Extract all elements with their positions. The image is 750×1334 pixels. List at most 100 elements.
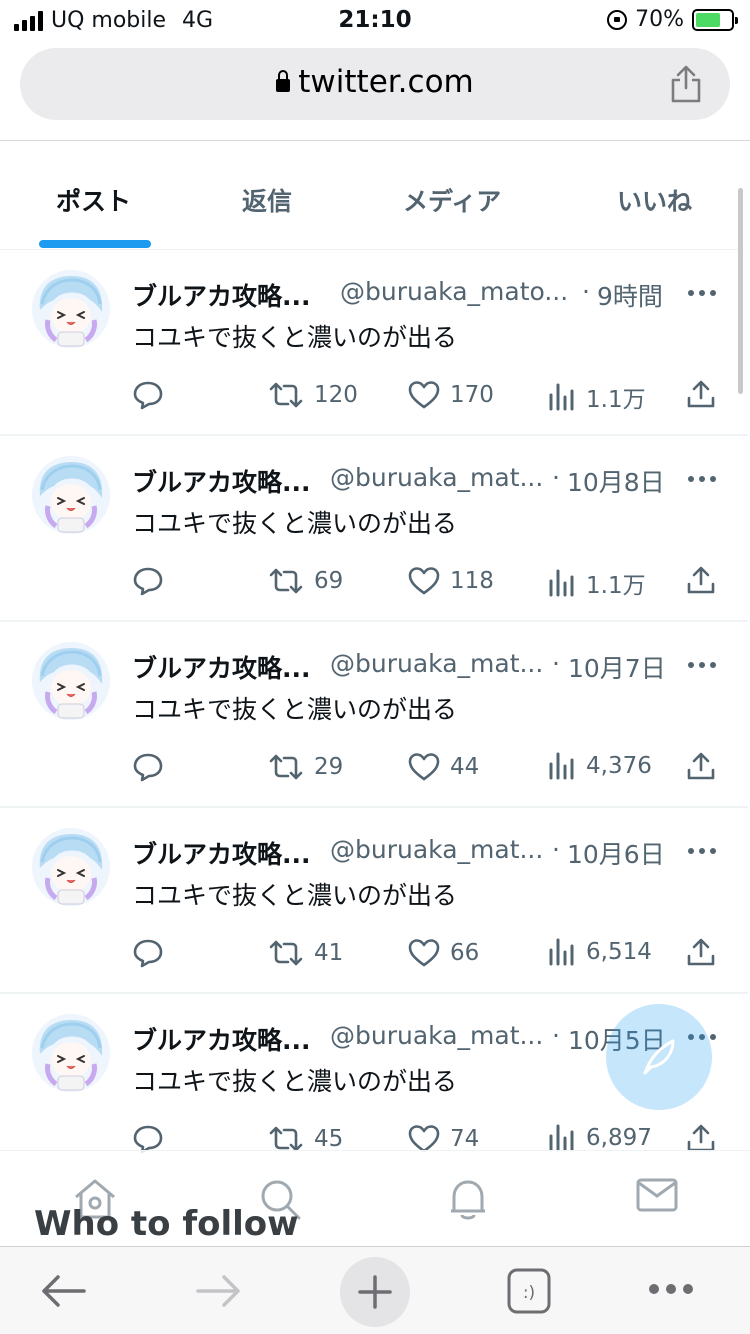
- tab-posts[interactable]: ポスト: [56, 182, 131, 218]
- post-author-handle[interactable]: @buruaka_mato...: [340, 277, 568, 306]
- reply-button[interactable]: [132, 938, 164, 968]
- like-count: 74: [450, 1126, 480, 1152]
- share-icon: [687, 938, 715, 966]
- retweet-count: 69: [314, 568, 344, 594]
- like-button[interactable]: 66: [408, 938, 479, 968]
- post-author-handle[interactable]: @buruaka_mat...: [330, 835, 543, 864]
- heart-icon: [408, 753, 440, 781]
- post[interactable]: ブルアカ攻略... @buruaka_mat... · 10月8日 コユキで抜く…: [0, 436, 748, 622]
- post[interactable]: ブルアカ攻略... @buruaka_mato... · 9時間 コユキで抜くと…: [0, 250, 748, 436]
- views-button[interactable]: 1.1万: [548, 566, 646, 600]
- post-text: コユキで抜くと濃いのが出る: [132, 881, 458, 910]
- more-icon[interactable]: [648, 1283, 694, 1295]
- svg-text::): :): [523, 1283, 535, 1303]
- share-button[interactable]: [686, 937, 716, 967]
- mail-icon[interactable]: [636, 1177, 678, 1213]
- retweet-icon: [269, 754, 303, 780]
- like-button[interactable]: 44: [408, 752, 479, 782]
- tabs-icon[interactable]: :): [506, 1267, 552, 1315]
- like-count: 118: [450, 568, 494, 594]
- who-to-follow-heading: Who to follow: [34, 1204, 299, 1244]
- view-count: 4,376: [586, 753, 652, 779]
- more-options-icon[interactable]: [688, 662, 716, 668]
- retweet-button[interactable]: 41: [268, 938, 343, 968]
- post-text: コユキで抜くと濃いのが出る: [132, 1067, 458, 1096]
- more-options-icon[interactable]: [688, 290, 716, 296]
- tab-likes[interactable]: いいね: [617, 182, 692, 218]
- reply-icon: [133, 939, 163, 968]
- post-timestamp[interactable]: 10月8日: [567, 463, 665, 499]
- view-count: 1.1万: [586, 573, 646, 599]
- view-count: 1.1万: [586, 387, 646, 413]
- post-author-name[interactable]: ブルアカ攻略...: [132, 1021, 311, 1057]
- compose-post-button[interactable]: [606, 1004, 712, 1110]
- divider: [0, 140, 750, 141]
- tab-media[interactable]: メディア: [403, 182, 501, 218]
- avatar[interactable]: [32, 456, 110, 534]
- post-timestamp[interactable]: 9時間: [597, 277, 663, 313]
- share-button[interactable]: [686, 565, 716, 595]
- reply-icon: [133, 567, 163, 596]
- new-tab-button[interactable]: [340, 1257, 410, 1327]
- views-chart-icon: [549, 938, 574, 966]
- share-button[interactable]: [686, 751, 716, 781]
- share-icon[interactable]: [670, 64, 702, 104]
- post-author-handle[interactable]: @buruaka_mat...: [330, 649, 543, 678]
- views-chart-icon: [549, 752, 574, 780]
- avatar[interactable]: [32, 828, 110, 906]
- share-button[interactable]: [686, 1123, 716, 1153]
- forward-arrow-icon[interactable]: [196, 1273, 242, 1309]
- post-author-name[interactable]: ブルアカ攻略...: [132, 277, 311, 313]
- views-button[interactable]: 6,897: [548, 1124, 652, 1152]
- post-author-name[interactable]: ブルアカ攻略...: [132, 463, 311, 499]
- post[interactable]: ブルアカ攻略... @buruaka_mat... · 10月6日 コユキで抜く…: [0, 808, 748, 994]
- post-author-handle[interactable]: @buruaka_mat...: [330, 463, 543, 492]
- retweet-button[interactable]: 69: [268, 566, 343, 596]
- tab-replies[interactable]: 返信: [242, 182, 292, 218]
- share-icon: [687, 380, 715, 408]
- battery-icon: [692, 8, 738, 31]
- more-options-icon[interactable]: [688, 476, 716, 482]
- like-button[interactable]: 118: [408, 566, 494, 596]
- post-text: コユキで抜くと濃いのが出る: [132, 695, 458, 724]
- views-button[interactable]: 4,376: [548, 752, 652, 780]
- like-count: 44: [450, 754, 480, 780]
- bell-icon[interactable]: [448, 1177, 488, 1221]
- post-timestamp[interactable]: 10月6日: [567, 835, 665, 871]
- avatar[interactable]: [32, 270, 110, 348]
- views-chart-icon: [549, 569, 574, 597]
- rotation-lock-icon: [607, 9, 628, 30]
- feather-icon: [643, 1039, 675, 1075]
- share-button[interactable]: [686, 379, 716, 409]
- like-button[interactable]: 170: [408, 380, 494, 410]
- retweet-button[interactable]: 120: [268, 380, 358, 410]
- views-button[interactable]: 6,514: [548, 938, 652, 966]
- retweet-count: 120: [314, 382, 358, 408]
- avatar[interactable]: [32, 1014, 110, 1092]
- like-count: 66: [450, 940, 480, 966]
- reply-button[interactable]: [132, 752, 164, 782]
- heart-icon: [408, 939, 440, 967]
- post-author-handle[interactable]: @buruaka_mat...: [330, 1021, 543, 1050]
- reply-button[interactable]: [132, 380, 164, 410]
- heart-icon: [408, 381, 440, 409]
- retweet-button[interactable]: 29: [268, 752, 343, 782]
- avatar[interactable]: [32, 642, 110, 720]
- post[interactable]: ブルアカ攻略... @buruaka_mat... · 10月7日 コユキで抜く…: [0, 622, 748, 808]
- address-bar[interactable]: twitter.com: [20, 48, 730, 120]
- reply-icon: [133, 381, 163, 410]
- heart-icon: [408, 567, 440, 595]
- battery-percent: 70%: [635, 7, 684, 32]
- retweet-count: 41: [314, 940, 344, 966]
- post-timestamp[interactable]: 10月7日: [568, 649, 666, 685]
- post-author-name[interactable]: ブルアカ攻略...: [132, 835, 311, 871]
- post-author-name[interactable]: ブルアカ攻略...: [132, 649, 311, 685]
- more-options-icon[interactable]: [688, 848, 716, 854]
- back-arrow-icon[interactable]: [40, 1273, 86, 1309]
- separator-dot: ·: [552, 835, 560, 864]
- post-text: コユキで抜くと濃いのが出る: [132, 509, 458, 538]
- views-button[interactable]: 1.1万: [548, 380, 646, 414]
- retweet-count: 29: [314, 754, 344, 780]
- separator-dot: ·: [552, 463, 560, 492]
- reply-button[interactable]: [132, 566, 164, 596]
